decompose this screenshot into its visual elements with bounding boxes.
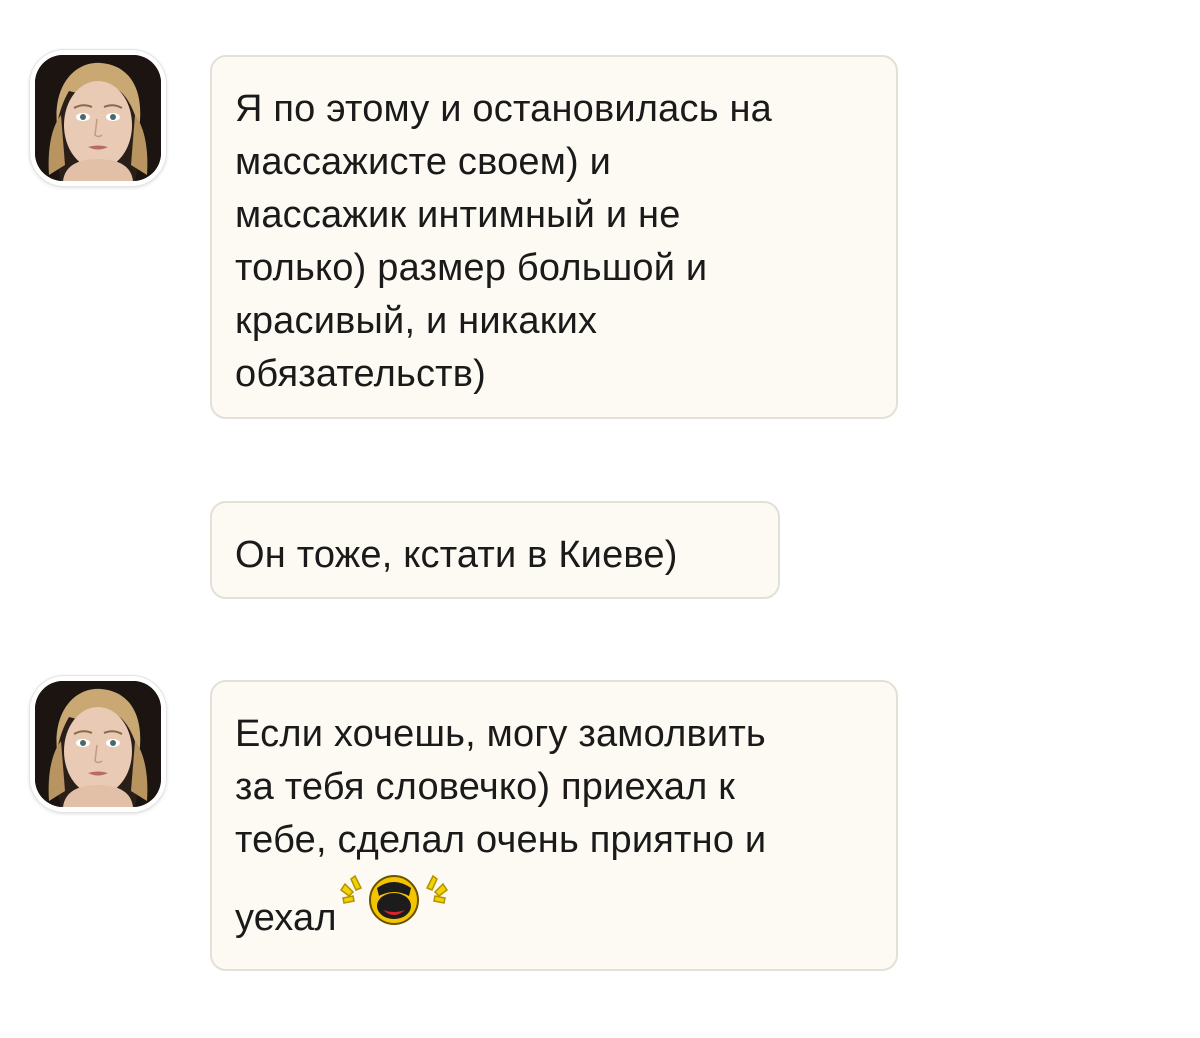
message-line: за тебя словечко) приехал к [235,766,736,808]
message-text: Если хочешь, могу замолвить за тебя слов… [235,708,872,945]
sender-avatar[interactable] [30,50,166,186]
message-line: обязательств) [235,353,487,395]
message-line: Если хочешь, могу замолвить [235,713,766,755]
message-line-text: уехал [235,897,337,939]
message-bubble[interactable]: Я по этому и остановилась на массажисте … [210,55,898,419]
message-bubble[interactable]: Он тоже, кстати в Киеве) [210,501,780,599]
laughing-face-emoji-icon [337,874,449,930]
message-line: красивый, и никаких [235,300,598,342]
avatar-photo-icon [35,55,161,181]
message-line: Я по этому и остановилась на [235,88,772,130]
message-text: Он тоже, кстати в Киеве) [235,529,754,582]
avatar-photo-icon [35,681,161,807]
message-line: только) размер большой и [235,247,708,289]
message-bubble[interactable]: Если хочешь, могу замолвить за тебя слов… [210,680,898,971]
message-line: тебе, сделал очень приятно и [235,819,767,861]
message-line: массажисте своем) и [235,141,612,183]
message-line: уехал [235,874,872,945]
sender-avatar[interactable] [30,676,166,812]
message-line: массажик интимный и не [235,194,681,236]
message-text: Я по этому и остановилась на массажисте … [235,83,872,401]
message-line: Он тоже, кстати в Киеве) [235,534,678,576]
